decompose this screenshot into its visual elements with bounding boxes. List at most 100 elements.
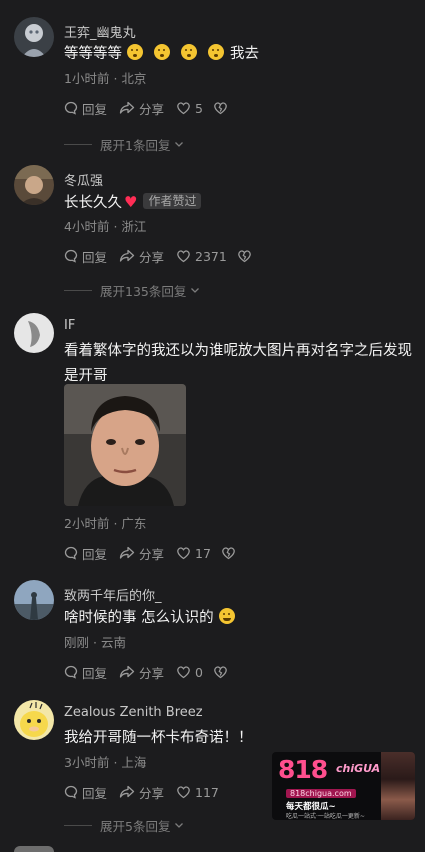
red-heart-emoji-icon: ♥ <box>124 193 138 211</box>
divider-line <box>64 143 92 145</box>
share-arrow-icon <box>119 249 135 262</box>
avatar[interactable] <box>14 17 54 57</box>
share-label: 分享 <box>139 101 165 117</box>
dislike-button[interactable] <box>213 101 228 115</box>
site-watermark: 818 chiGUA 818chigua.com 每天都很瓜~ 吃瓜一站式·一站… <box>272 752 415 820</box>
share-button[interactable]: 分享 <box>119 99 176 118</box>
author-liked-badge: 作者赞过 <box>143 193 202 209</box>
like-count: 5 <box>195 100 203 116</box>
watermark-site: 818chigua.com <box>286 789 356 798</box>
chevron-down-icon <box>175 142 184 147</box>
avatar[interactable] <box>14 846 54 852</box>
heart-outline-icon <box>177 102 190 115</box>
reply-button[interactable]: 回复 <box>64 783 119 802</box>
like-button[interactable]: 2371 <box>176 249 227 264</box>
comment-text: 看着繁体字的我还以为谁呢放大图片再对名字之后发现是开哥 <box>64 343 412 384</box>
expand-replies-label: 展开135条回复 <box>100 283 187 299</box>
shushing-face-emoji-icon <box>127 44 143 60</box>
share-label: 分享 <box>139 546 165 562</box>
reply-label: 回复 <box>82 249 108 265</box>
comment-location: 北京 <box>121 71 147 86</box>
reply-bubble-icon <box>64 249 78 263</box>
watermark-photo <box>381 752 415 820</box>
watermark-tagline: 吃瓜一站式·一站吃瓜一更新~ <box>286 813 365 820</box>
reply-bubble-icon <box>64 546 78 560</box>
broken-heart-icon <box>214 666 227 679</box>
comment-text-main: 长长久久 <box>64 195 122 211</box>
share-label: 分享 <box>139 665 165 681</box>
comment-meta: 刚刚 · 云南 <box>64 632 126 651</box>
meta-separator: · <box>113 71 118 86</box>
chevron-down-icon <box>191 288 200 293</box>
reply-label: 回复 <box>82 785 108 801</box>
comment-text: 等等等等 我去 <box>64 42 414 67</box>
comment-text: 我给开哥随一杯卡布奇诺！！ <box>64 730 253 746</box>
anxious-sweat-emoji-icon <box>218 608 235 624</box>
expand-replies-button[interactable]: 展开135条回复 <box>64 281 200 299</box>
shushing-face-emoji-icon <box>208 44 224 60</box>
dislike-button[interactable] <box>213 665 228 679</box>
username[interactable]: 致两千年后的你_ <box>64 585 162 604</box>
like-button[interactable]: 0 <box>176 665 203 680</box>
share-button[interactable]: 分享 <box>119 663 176 682</box>
share-arrow-icon <box>119 785 135 798</box>
reply-button[interactable]: 回复 <box>64 99 119 118</box>
like-button[interactable]: 17 <box>176 546 211 561</box>
like-count: 17 <box>195 545 211 561</box>
reply-button[interactable]: 回复 <box>64 247 119 266</box>
like-button[interactable]: 117 <box>176 785 219 800</box>
avatar[interactable] <box>14 700 54 740</box>
username[interactable]: IF <box>64 318 75 333</box>
shushing-face-emoji-icon <box>154 44 170 60</box>
like-count: 0 <box>195 664 203 680</box>
reply-button[interactable]: 回复 <box>64 544 119 563</box>
meta-separator: · <box>93 635 97 650</box>
comment-meta: 4小时前 · 浙江 <box>64 216 146 235</box>
username[interactable]: 王弈_幽鬼丸 <box>64 22 136 41</box>
like-button[interactable]: 5 <box>176 101 203 116</box>
avatar[interactable] <box>14 580 54 620</box>
share-button[interactable]: 分享 <box>119 544 176 563</box>
comment-location: 广东 <box>121 516 147 531</box>
meta-separator: · <box>113 755 118 770</box>
expand-replies-label: 展开1条回复 <box>100 137 171 153</box>
comment-image[interactable] <box>64 384 186 506</box>
watermark-brand-suffix: chiGUA <box>336 762 381 775</box>
reply-label: 回复 <box>82 546 108 562</box>
comment-location: 云南 <box>100 635 126 650</box>
comment-actions: 回复 分享 5 <box>64 98 228 118</box>
comment-meta: 3小时前 · 上海 <box>64 752 146 771</box>
username[interactable]: Zealous Zenith Breez <box>64 705 203 720</box>
share-button[interactable]: 分享 <box>119 247 176 266</box>
reply-bubble-icon <box>64 101 78 115</box>
meta-separator: · <box>113 219 118 234</box>
comment-actions: 回复 分享 17 <box>64 543 236 563</box>
expand-replies-button[interactable]: 展开1条回复 <box>64 135 184 153</box>
reply-bubble-icon <box>64 785 78 799</box>
broken-heart-icon <box>214 102 227 115</box>
comment-actions: 回复 分享 2371 <box>64 246 252 266</box>
share-button[interactable]: 分享 <box>119 783 176 802</box>
dislike-button[interactable] <box>221 546 236 560</box>
avatar[interactable] <box>14 313 54 353</box>
reply-label: 回复 <box>82 101 108 117</box>
comment-actions: 回复 分享 117 <box>64 782 219 802</box>
watermark-brand: 818 <box>278 755 328 784</box>
share-arrow-icon <box>119 546 135 559</box>
heart-outline-icon <box>177 786 190 799</box>
expand-replies-button[interactable]: 展开5条回复 <box>64 816 184 834</box>
chevron-down-icon <box>175 823 184 828</box>
heart-outline-icon <box>177 250 190 263</box>
shushing-face-emoji-icon <box>181 44 197 60</box>
share-label: 分享 <box>139 785 165 801</box>
divider-line <box>64 289 92 291</box>
like-count: 2371 <box>195 248 227 264</box>
reply-button[interactable]: 回复 <box>64 663 119 682</box>
avatar[interactable] <box>14 165 54 205</box>
share-arrow-icon <box>119 101 135 114</box>
dislike-button[interactable] <box>237 249 252 263</box>
username[interactable]: 冬瓜强 <box>64 170 103 189</box>
comment-location: 上海 <box>121 755 147 770</box>
broken-heart-icon <box>237 250 251 263</box>
share-arrow-icon <box>119 665 135 678</box>
